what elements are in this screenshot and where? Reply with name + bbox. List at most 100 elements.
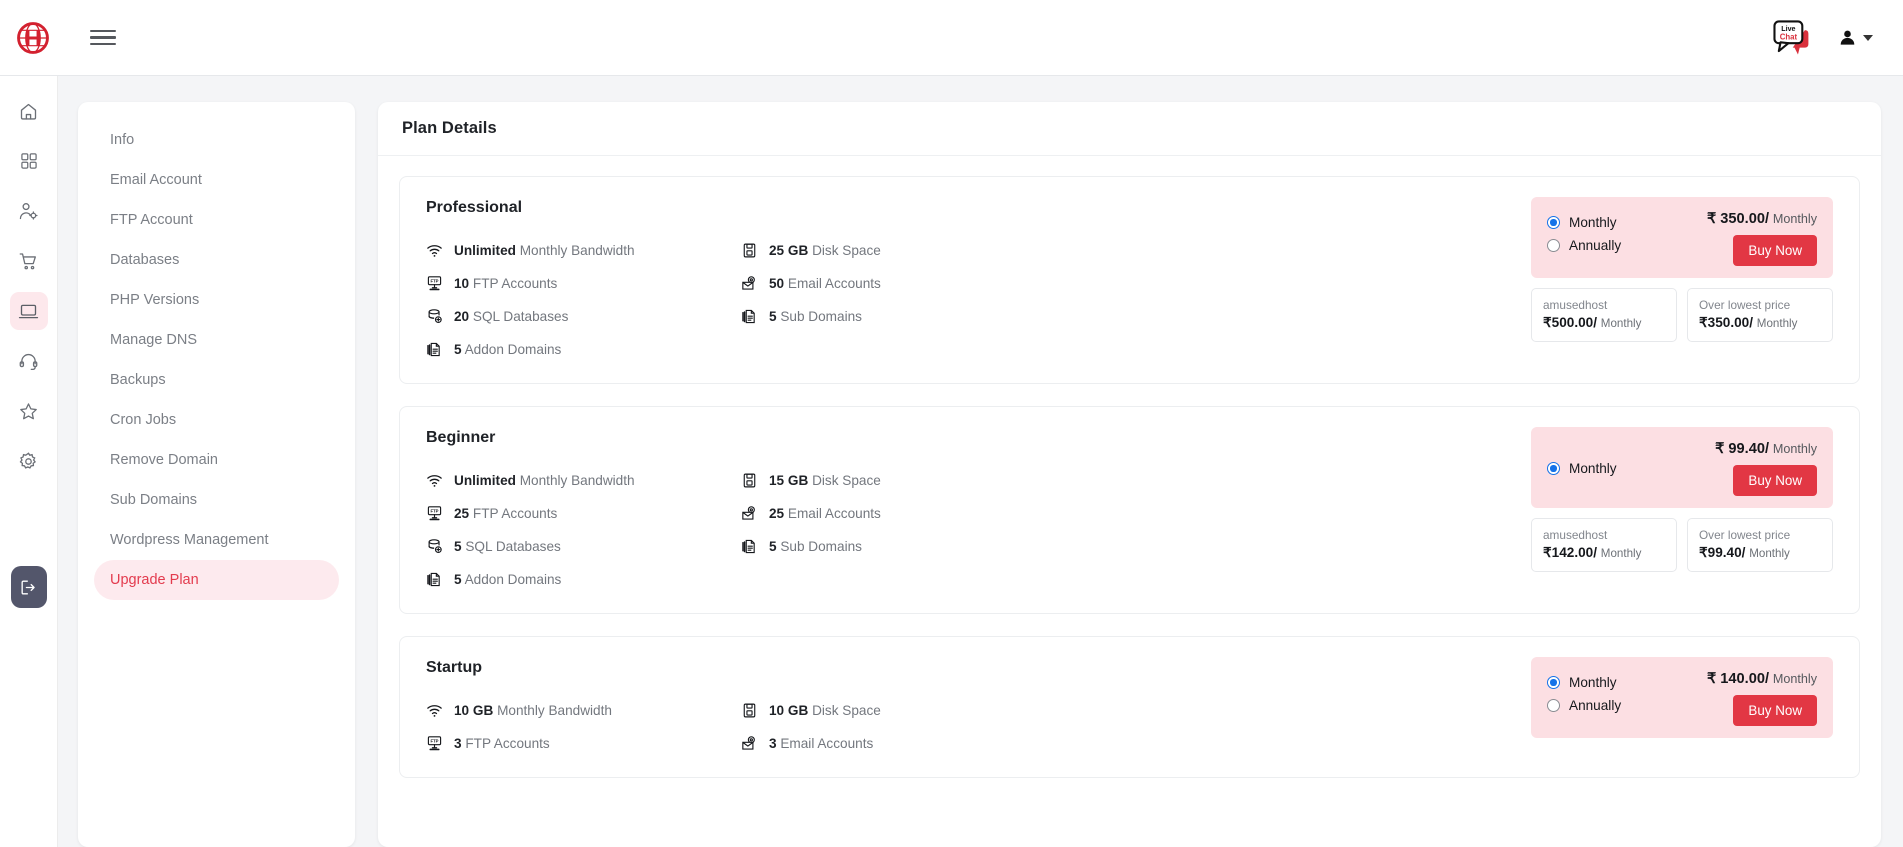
- billing-cycle-option-monthly[interactable]: Monthly: [1547, 211, 1621, 234]
- sidebar-item-label: Upgrade Plan: [110, 572, 199, 588]
- plan-price-period: Monthly: [1772, 672, 1817, 686]
- sidebar-item-remove-domain[interactable]: Remove Domain: [94, 440, 339, 480]
- price-comparison-period: Monthly: [1600, 317, 1642, 330]
- svg-text:FTP: FTP: [430, 739, 438, 744]
- plan-feature-value: 25: [454, 506, 470, 521]
- sidebar-item-cron-jobs[interactable]: Cron Jobs: [94, 400, 339, 440]
- sidebar-item-info[interactable]: Info: [94, 120, 339, 160]
- plan-feature-label: Disk Space: [812, 473, 881, 488]
- plan-feature-text: Unlimited Monthly Bandwidth: [454, 473, 635, 488]
- icon-rail: [0, 76, 58, 847]
- rail-item-user-settings[interactable]: [10, 192, 48, 230]
- price-comparison-box: amusedhost ₹500.00/ Monthly: [1531, 288, 1677, 342]
- rail-item-apps[interactable]: [10, 142, 48, 180]
- sidebar-item-email-account[interactable]: Email Account: [94, 160, 339, 200]
- card-header: Plan Details: [378, 102, 1881, 156]
- plan-feature: 20 SQL Databases: [426, 305, 741, 328]
- plan-feature-text: 5 Sub Domains: [769, 309, 862, 324]
- billing-cycle-group: Monthly: [1547, 455, 1617, 480]
- plan-feature-label: SQL Databases: [465, 539, 561, 554]
- hamburger-menu-icon[interactable]: [90, 29, 116, 46]
- radio-monthly[interactable]: [1547, 462, 1560, 475]
- plan-feature-label: FTP Accounts: [472, 276, 558, 291]
- plan-feature: 5 Addon Domains: [426, 338, 741, 361]
- email-icon: [741, 505, 758, 522]
- billing-cycle-group: Monthly Annually: [1547, 669, 1621, 717]
- plan-feature-text: 50 Email Accounts: [769, 276, 881, 291]
- buy-now-button[interactable]: Buy Now: [1733, 235, 1817, 266]
- plan-pricing: Monthly Annually ₹ 140.00/ Monthly Buy Now: [1531, 657, 1833, 755]
- price-comparison-value: ₹350.00/ Monthly: [1699, 315, 1821, 331]
- rail-item-cart[interactable]: [10, 242, 48, 280]
- sidebar-item-label: Email Account: [110, 172, 202, 188]
- live-chat-icon[interactable]: Live Chat: [1770, 18, 1812, 58]
- plan-feature-label: Disk Space: [812, 703, 881, 718]
- price-comparison-value: ₹99.40/ Monthly: [1699, 545, 1821, 561]
- plan-feature-label: Sub Domains: [780, 539, 862, 554]
- price-comparison-amount: ₹142.00/: [1543, 545, 1598, 560]
- sidebar-item-php-versions[interactable]: PHP Versions: [94, 280, 339, 320]
- plan-feature-value: 5: [769, 539, 777, 554]
- price-comparison-box: Over lowest price ₹99.40/ Monthly: [1687, 518, 1833, 572]
- plan-list: Professional Unlimited Monthly Bandwidth 2…: [378, 156, 1881, 778]
- svg-text:FTP: FTP: [430, 509, 438, 514]
- sidebar-item-wordpress-management[interactable]: Wordpress Management: [94, 520, 339, 560]
- plan-feature-text: 5 Addon Domains: [454, 572, 561, 587]
- shopping-cart-icon: [19, 252, 36, 269]
- rail-item-support[interactable]: [10, 342, 48, 380]
- radio-monthly[interactable]: [1547, 216, 1560, 229]
- sidebar-item-upgrade-plan[interactable]: Upgrade Plan: [94, 560, 339, 600]
- sidebar-item-databases[interactable]: Databases: [94, 240, 339, 280]
- documents-icon: [426, 341, 443, 358]
- radio-annually[interactable]: [1547, 699, 1560, 712]
- billing-cycle-option-annually[interactable]: Annually: [1547, 234, 1621, 257]
- radio-annually[interactable]: [1547, 239, 1560, 252]
- sidebar-item-label: Manage DNS: [110, 332, 198, 348]
- plan-feature-label: FTP Accounts: [465, 736, 550, 751]
- sidebar-item-label: Databases: [110, 252, 180, 268]
- brand-logo[interactable]: [4, 21, 62, 55]
- price-comparison-period: Monthly: [1756, 317, 1798, 330]
- plan-feature-value: 10 GB: [769, 703, 809, 718]
- plan-price-amount: ₹ 99.40/: [1715, 441, 1769, 457]
- rail-item-settings[interactable]: [10, 442, 48, 480]
- svg-text:Live: Live: [1781, 25, 1795, 33]
- plan-feature-label: SQL Databases: [472, 309, 569, 324]
- price-comparison-amount: ₹500.00/: [1543, 315, 1598, 330]
- logout-button[interactable]: [10, 566, 47, 608]
- sidebar-item-sub-domains[interactable]: Sub Domains: [94, 480, 339, 520]
- price-comparison-box: amusedhost ₹142.00/ Monthly: [1531, 518, 1677, 572]
- sidebar-item-backups[interactable]: Backups: [94, 360, 339, 400]
- radio-monthly[interactable]: [1547, 676, 1560, 689]
- plan-feature: FTP 25 FTP Accounts: [426, 502, 741, 525]
- plan-feature-value: 25: [769, 506, 785, 521]
- billing-cycle-option-monthly[interactable]: Monthly: [1547, 457, 1617, 480]
- plan-feature-text: 3 Email Accounts: [769, 736, 873, 751]
- hamburger-bar: [90, 36, 116, 39]
- sidebar-item-label: FTP Account: [110, 212, 193, 228]
- plan-info: Beginner Unlimited Monthly Bandwidth 15 GB…: [426, 427, 1531, 591]
- top-bar-actions: Live Chat: [1770, 18, 1903, 58]
- sidebar-item-label: PHP Versions: [110, 292, 200, 308]
- user-menu[interactable]: [1838, 28, 1873, 47]
- plan-name: Beginner: [426, 429, 496, 446]
- buy-now-button[interactable]: Buy Now: [1733, 465, 1817, 496]
- ftp-server-icon: FTP: [426, 505, 443, 522]
- plan-feature: 5 SQL Databases: [426, 535, 741, 558]
- plan-feature-value: 3: [454, 736, 462, 751]
- plan-info: Professional Unlimited Monthly Bandwidth 2…: [426, 197, 1531, 361]
- plan-pricing: Monthly ₹ 99.40/ Monthly Buy Now amusedhost…: [1531, 427, 1833, 591]
- rail-item-favorites[interactable]: [10, 392, 48, 430]
- plan-info: Startup 10 GB Monthly Bandwidth 10 GB Disk…: [426, 657, 1531, 755]
- rail-item-hosting[interactable]: [9, 292, 48, 330]
- billing-cycle-option-annually[interactable]: Annually: [1547, 694, 1621, 717]
- rail-item-home[interactable]: [10, 92, 48, 130]
- plan-feature-label: Addon Domains: [464, 342, 562, 357]
- plan-feature: 10 GB Disk Space: [741, 699, 1531, 722]
- buy-now-button[interactable]: Buy Now: [1733, 695, 1817, 726]
- ftp-server-icon: FTP: [426, 735, 443, 752]
- billing-cycle-option-monthly[interactable]: Monthly: [1547, 671, 1621, 694]
- sidebar-item-manage-dns[interactable]: Manage DNS: [94, 320, 339, 360]
- plan-feature: Unlimited Monthly Bandwidth: [426, 239, 741, 262]
- sidebar-item-ftp-account[interactable]: FTP Account: [94, 200, 339, 240]
